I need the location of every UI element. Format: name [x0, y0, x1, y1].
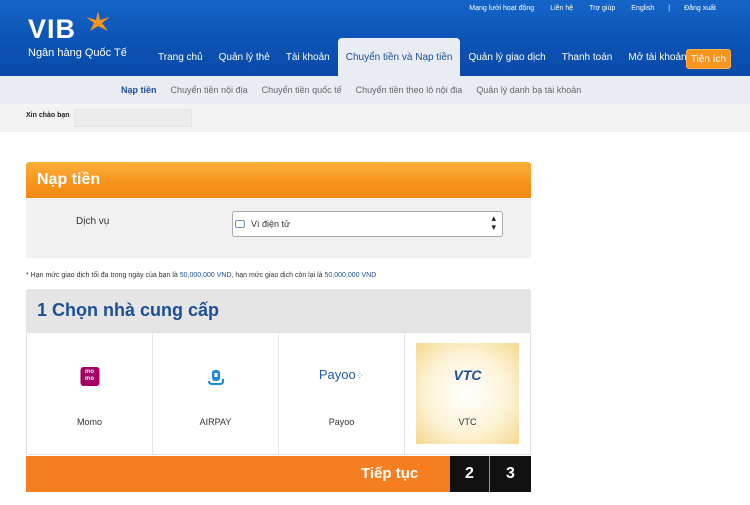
vib-logo[interactable]: VIB Ngân hàng Quốc Tế	[28, 11, 138, 64]
subnav-item-international-transfer[interactable]: Chuyển tiền quốc tế	[255, 85, 349, 95]
service-select[interactable]: Ví điện tử ▴ ▾	[232, 211, 503, 237]
top-link-logout[interactable]: Đăng xuất	[676, 5, 724, 12]
user-name-placeholder	[74, 109, 192, 127]
daily-limit-value: 50,000,000 VND	[179, 272, 232, 279]
provider-panel-header: 1 Chọn nhà cung cấp	[26, 289, 531, 332]
provider-name: AIRPAY	[199, 417, 232, 427]
nav-item-open-account[interactable]: Mở tài khoản	[620, 38, 694, 76]
greeting-text: Xin chào bạn	[26, 112, 70, 119]
subnav-item-batch-transfer[interactable]: Chuyển tiền theo lô nội địa	[349, 85, 470, 95]
step-2-indicator: 2	[450, 456, 489, 492]
provider-grid: mo mo Momo AIRPAY Payoo⁘ Payoo VTC VTC	[26, 332, 531, 455]
provider-card-payoo[interactable]: Payoo⁘ Payoo	[279, 333, 405, 454]
provider-footer-bar: Tiếp tục › 2 3	[26, 456, 531, 492]
vtc-logo-icon: VTC	[453, 367, 482, 383]
provider-name: Payoo	[328, 417, 355, 427]
payoo-logo-icon: Payoo⁘	[318, 367, 365, 382]
topup-title: Nạp tiền	[37, 171, 101, 188]
top-link-contact[interactable]: Liên hệ	[542, 5, 581, 12]
top-link-network[interactable]: Mạng lưới hoạt động	[461, 5, 542, 12]
step-3-indicator: 3	[490, 456, 531, 492]
provider-name: VTC	[458, 417, 477, 427]
subnav-item-account-directory[interactable]: Quản lý danh bạ tài khoản	[469, 85, 588, 95]
top-link-help[interactable]: Trợ giúp	[581, 5, 623, 12]
wallet-icon	[235, 220, 245, 228]
site-header: VIB Ngân hàng Quốc Tế Mạng lưới hoạt độn…	[0, 0, 750, 76]
limit-note: * Hạn mức giao dịch tối đa trong ngày củ…	[26, 272, 376, 279]
topup-panel-header: Nạp tiền	[26, 162, 531, 198]
logo-tagline: Ngân hàng Quốc Tế	[28, 47, 127, 59]
top-link-separator: |	[668, 5, 671, 12]
limit-note-prefix: * Hạn mức giao dịch tối đa trong ngày củ…	[26, 272, 178, 279]
service-label: Dịch vụ	[76, 216, 110, 227]
sub-nav: Nạp tiền Chuyển tiền nội địa Chuyển tiền…	[0, 76, 750, 104]
utilities-button[interactable]: Tiện ích	[686, 49, 731, 69]
momo-logo-icon: mo mo	[80, 367, 99, 386]
main-nav: Trang chủ Quản lý thẻ Tài khoản Chuyển t…	[150, 38, 695, 76]
service-select-value: Ví điện tử	[251, 219, 291, 229]
logo-wordmark: VIB	[28, 14, 77, 44]
greeting-bar: Xin chào bạn	[0, 104, 750, 132]
provider-title: 1 Chọn nhà cung cấp	[37, 300, 220, 320]
limit-note-middle: , hạn mức giao dịch còn lại là	[231, 272, 323, 279]
logo-star-icon	[86, 11, 110, 31]
nav-item-transfer-topup[interactable]: Chuyển tiền và Nạp tiền	[337, 38, 461, 76]
nav-item-transactions[interactable]: Quản lý giao dịch	[460, 38, 553, 76]
top-link-english[interactable]: English	[623, 5, 662, 12]
top-links: Mạng lưới hoạt động Liên hệ Trợ giúp Eng…	[461, 5, 724, 12]
nav-item-payment[interactable]: Thanh toán	[554, 38, 621, 76]
nav-item-home[interactable]: Trang chủ	[150, 38, 211, 76]
nav-item-accounts[interactable]: Tài khoản	[278, 38, 338, 76]
provider-card-vtc[interactable]: VTC VTC	[405, 333, 530, 454]
provider-card-momo[interactable]: mo mo Momo	[27, 333, 153, 454]
subnav-item-topup[interactable]: Nạp tiền	[114, 85, 164, 95]
selected-highlight	[416, 343, 519, 444]
remaining-limit-value: 50,000,000 VND	[324, 272, 377, 279]
subnav-item-domestic-transfer[interactable]: Chuyển tiền nội địa	[164, 85, 255, 95]
continue-button[interactable]: Tiếp tục	[361, 465, 418, 482]
provider-name: Momo	[76, 417, 102, 427]
nav-item-cards[interactable]: Quản lý thẻ	[211, 38, 278, 76]
topup-panel-body: Dịch vụ Ví điện tử ▴ ▾	[26, 198, 531, 258]
airpay-logo-icon	[207, 370, 224, 385]
provider-card-airpay[interactable]: AIRPAY	[153, 333, 279, 454]
select-arrows-icon: ▴ ▾	[491, 214, 496, 233]
